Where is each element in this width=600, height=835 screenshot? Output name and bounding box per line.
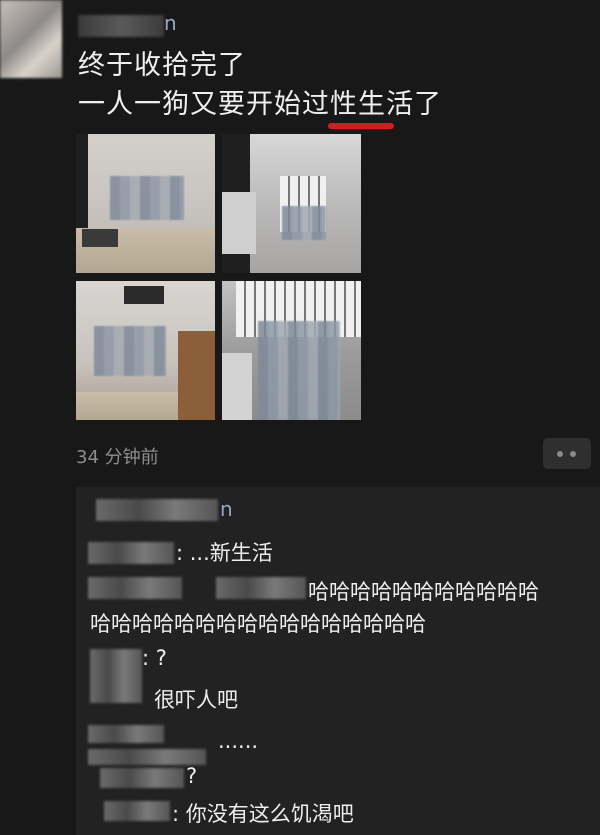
comment-2-line-2: 哈哈哈哈哈哈哈哈哈哈哈哈哈哈哈哈 [90,612,426,636]
commenter-name-1[interactable] [88,542,174,564]
post-text-line-2: 一人一狗又要开始过性生活了 [78,89,442,120]
comment-3: : ? [142,646,167,670]
dot-icon [557,451,563,457]
post-time: 34 分钟前 [76,447,159,468]
commenter-name-6[interactable] [100,768,184,788]
commenter-name-2[interactable] [88,577,182,599]
more-options-button[interactable] [543,438,591,469]
commenter-name-5[interactable] [88,725,164,743]
comment-2-line-1: 哈哈哈哈哈哈哈哈哈哈哈 [308,580,539,604]
comment-6: ? [186,764,198,788]
photo-2[interactable] [222,134,361,273]
commenter-name-7[interactable] [104,801,170,821]
comment-1: : ...新生活 [176,541,273,565]
comment-7: : 你没有这么饥渴吧 [172,802,354,826]
dot-icon [570,451,576,457]
comment-section: n : ...新生活 哈哈哈哈哈哈哈哈哈哈哈 哈哈哈哈哈哈哈哈哈哈哈哈哈哈哈哈 … [76,487,600,835]
comment-4: 很吓人吧 [154,688,238,712]
commenter-name-3[interactable] [90,649,142,703]
avatar[interactable] [0,0,62,78]
comment-header-name-visible[interactable]: n [220,497,233,521]
photo-1[interactable] [76,134,215,273]
comment-5: ...... [218,729,259,753]
comment-header-name-blurred[interactable] [96,499,218,521]
highlight-underline [328,123,394,129]
commenter-name-2b[interactable] [216,577,306,599]
photo-3[interactable] [76,281,215,420]
post-text-line-1: 终于收拾完了 [78,50,246,81]
author-name-visible[interactable]: n [164,11,177,35]
commenter-name-5b[interactable] [88,749,206,765]
author-name-blurred[interactable] [78,15,164,37]
photo-4[interactable] [222,281,361,420]
